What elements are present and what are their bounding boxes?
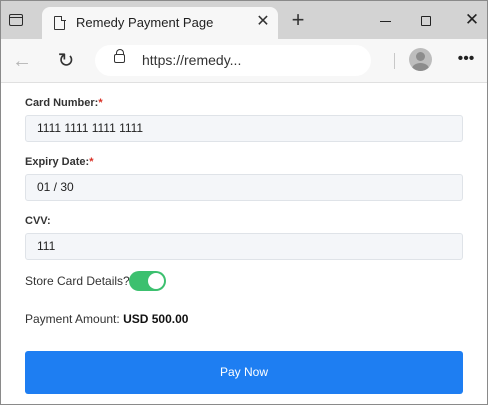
required-marker: * (98, 97, 103, 109)
card-number-label-text: Card Number: (25, 97, 99, 109)
payment-amount-label: Payment Amount: (25, 312, 120, 326)
card-number-input[interactable]: 1111 1111 1111 1111 (25, 115, 463, 142)
active-tab[interactable]: Remedy Payment Page ✕ (42, 7, 278, 39)
cvv-input[interactable]: 111 (25, 233, 463, 260)
payment-form: Card Number:* 1111 1111 1111 1111 Expiry… (1, 84, 487, 404)
required-marker: * (89, 156, 94, 168)
tab-actions-icon[interactable] (9, 14, 23, 26)
refresh-icon[interactable]: ↻ (53, 48, 79, 74)
expiry-date-label: Expiry Date:* (25, 156, 93, 168)
new-tab-icon[interactable]: + (288, 9, 308, 31)
store-card-label: Store Card Details? (25, 274, 130, 288)
expiry-date-label-text: Expiry Date: (25, 156, 90, 168)
lock-icon[interactable] (114, 49, 125, 63)
page-icon (54, 15, 66, 30)
card-number-label: Card Number:* (25, 97, 103, 109)
address-bar[interactable]: https://remedy... (95, 45, 371, 76)
store-card-toggle[interactable] (129, 271, 166, 291)
more-options-icon[interactable]: ••• (455, 48, 477, 70)
window-close-icon[interactable]: ✕ (460, 9, 484, 31)
expiry-date-input[interactable]: 01 / 30 (25, 174, 463, 201)
title-bar: Remedy Payment Page ✕ + ✕ (1, 1, 487, 39)
toolbar-divider (394, 53, 395, 69)
back-arrow-icon[interactable]: ← (9, 48, 35, 74)
browser-window: Remedy Payment Page ✕ + ✕ ← ↻ https://re… (0, 0, 488, 405)
payment-amount-value: USD 500.00 (123, 312, 189, 326)
navigation-toolbar: ← ↻ https://remedy... ••• (1, 39, 487, 83)
pay-now-button[interactable]: Pay Now (25, 351, 463, 394)
cvv-label: CVV: (25, 215, 51, 227)
toggle-knob (148, 273, 164, 289)
tab-title: Remedy Payment Page (76, 15, 214, 30)
minimize-icon[interactable] (373, 9, 397, 31)
maximize-icon[interactable] (414, 9, 438, 31)
url-text[interactable]: https://remedy... (142, 52, 241, 68)
tab-close-icon[interactable]: ✕ (254, 13, 272, 31)
profile-avatar-icon[interactable] (409, 48, 432, 71)
payment-amount: Payment Amount: USD 500.00 (25, 312, 188, 326)
